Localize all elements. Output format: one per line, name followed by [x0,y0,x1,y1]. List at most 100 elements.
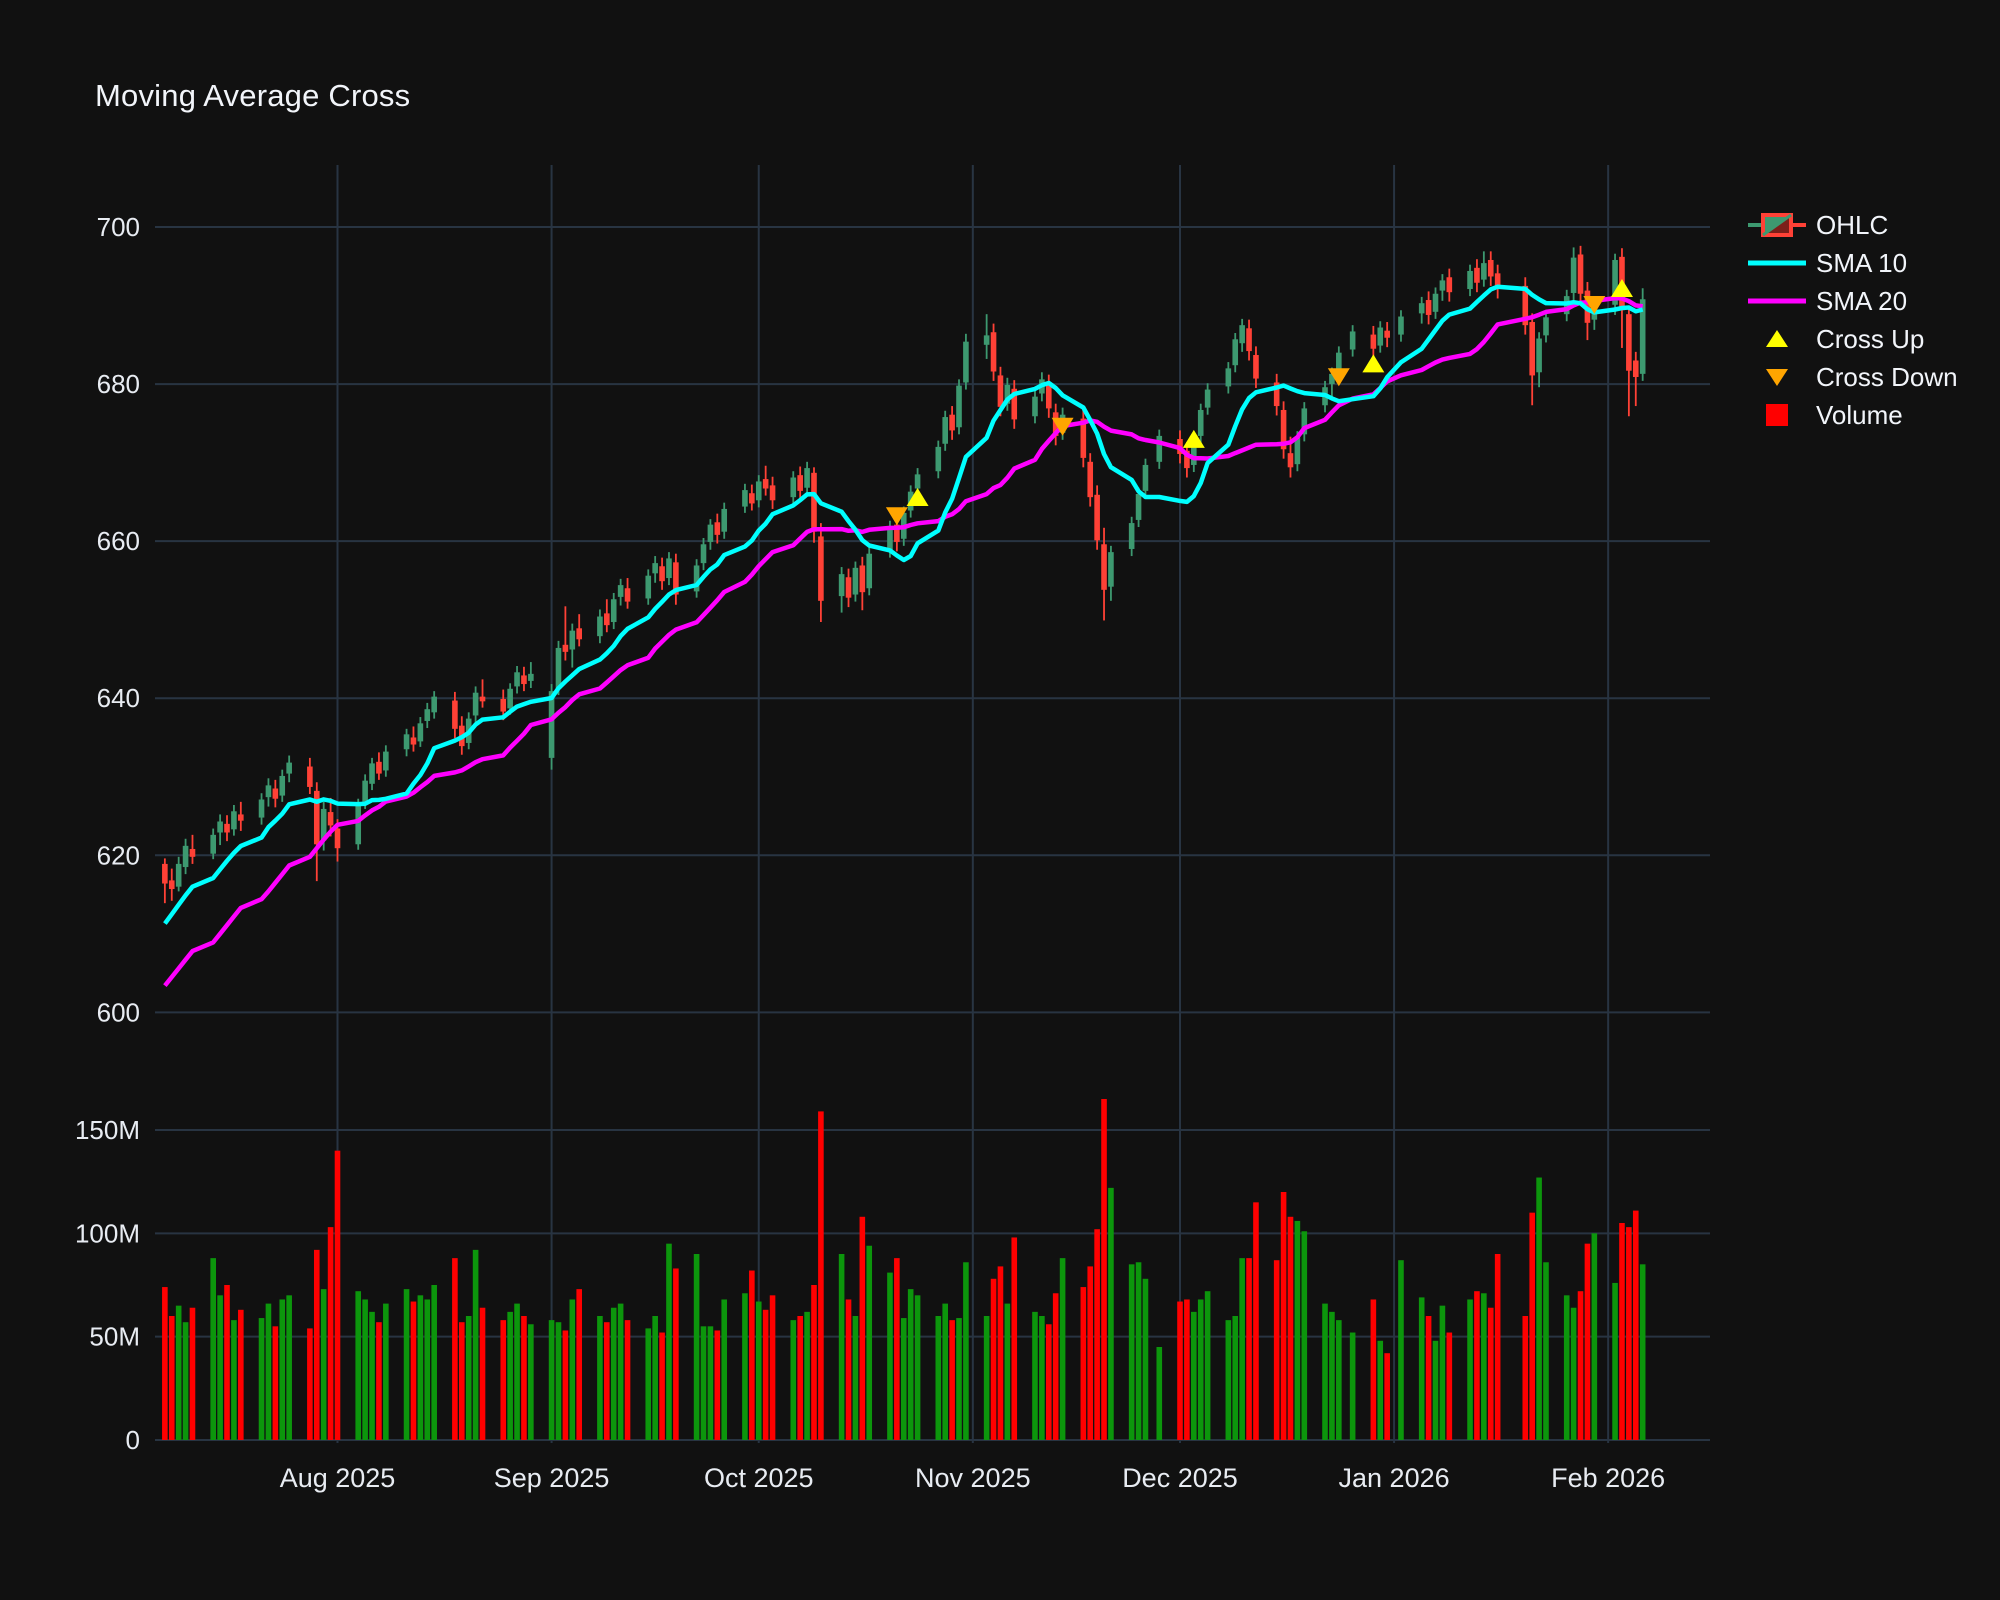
candle-body [569,631,575,650]
candle-body [915,474,921,488]
volume-bar [1226,1320,1232,1440]
sma10-line-icon [1748,249,1806,277]
volume-bar [901,1318,907,1440]
legend-item-cross-up[interactable]: Cross Up [1748,324,1958,354]
volume-bar [1046,1324,1052,1440]
x-axis-labels: Aug 2025Sep 2025Oct 2025Nov 2025Dec 2025… [280,1463,1666,1493]
candle-body [1232,339,1238,365]
candle-body [1032,397,1038,417]
volume-bar [1156,1347,1162,1440]
volume-bar [314,1250,320,1440]
volume-bar [404,1289,410,1440]
volume-bar [1322,1304,1328,1440]
candle-body [998,375,1004,406]
candle-body [362,781,368,802]
candle-body [1108,552,1114,587]
volume-axis-labels: 150M100M50M0 [75,1115,140,1455]
sma10-line [165,287,1643,924]
candle-body [860,565,866,592]
volume-bar [749,1271,755,1440]
candle-body [853,568,859,595]
volume-bar [1101,1099,1107,1440]
triangle-down-icon [1748,363,1806,391]
volume-bar [1419,1297,1425,1440]
candle-body [383,752,389,771]
candle-body [473,693,479,716]
candle-body [411,737,417,744]
legend-item-cross-down[interactable]: Cross Down [1748,362,1958,392]
volume-bar [1081,1287,1087,1440]
volume-bar [1640,1264,1646,1440]
volume-bar [1426,1316,1432,1440]
candle-body [1633,361,1639,377]
volume-bar [176,1306,182,1440]
candle-body [521,675,527,684]
legend-item-sma20[interactable]: SMA 20 [1748,286,1958,316]
candle-body [369,763,375,783]
volume-bar [949,1320,955,1440]
volume-bar [611,1308,617,1440]
candle-body [307,767,313,787]
volume-bar [797,1316,803,1440]
legend-item-ohlc[interactable]: OHLC [1748,210,1958,240]
candle-body [652,563,658,573]
candle-body [811,473,817,532]
volume-bar [1536,1178,1542,1440]
volume-bar [383,1304,389,1440]
legend-label-volume: Volume [1816,401,1903,429]
candle-body [1447,277,1453,292]
candle-body [1253,355,1259,379]
volume-bar [1274,1260,1280,1440]
volume-bar [321,1289,327,1440]
legend-label-sma10: SMA 10 [1816,249,1907,277]
candle-body [162,864,168,884]
volume-bar [866,1246,872,1440]
volume-bar [169,1316,175,1440]
candle-body [514,672,520,686]
volume-tick-label: 100M [75,1218,140,1248]
volume-bar [811,1285,817,1440]
candle-body [1529,322,1535,375]
triangle-up-icon [1748,325,1806,353]
candle-body [1198,410,1204,436]
volume-bar [1184,1299,1190,1440]
candle-body [1156,436,1162,462]
volume-bar [645,1328,651,1440]
candle-body [645,576,651,599]
volume-bar [1253,1202,1259,1440]
volume-bar [1571,1308,1577,1440]
candle-body [659,566,665,581]
gridlines [155,165,1710,1443]
candle-body [1087,462,1093,497]
volume-square-icon [1748,401,1806,429]
volume-bar [328,1227,334,1440]
volume-bar [1060,1258,1066,1440]
candle-body [176,864,182,887]
candle-body [1474,268,1480,283]
legend-item-volume[interactable]: Volume [1748,400,1958,430]
volume-bar [473,1250,479,1440]
volume-bar [763,1310,769,1440]
candle-body [480,697,486,702]
candle-body [991,332,997,371]
price-tick-label: 640 [97,683,140,713]
candle-body [286,763,292,774]
candle-body [279,776,285,796]
candle-body [770,485,776,500]
volume-bar [1350,1333,1356,1440]
volume-bar [715,1330,721,1440]
candle-body [238,814,244,820]
volume-bar [1301,1231,1307,1440]
candle-body [866,554,872,589]
chart-canvas[interactable]: 700680660640620600150M100M50M0Aug 2025Se… [0,0,2000,1600]
candle-body [887,527,893,551]
volume-bar [210,1258,216,1440]
price-tick-label: 660 [97,526,140,556]
volume-tick-label: 150M [75,1115,140,1145]
candle-body [790,478,796,498]
candle-body [169,880,175,889]
legend-item-sma10[interactable]: SMA 10 [1748,248,1958,278]
chart-root: Moving Average Cross 7006806606406206001… [0,0,2000,1600]
candle-body [839,574,845,596]
volume-bar [1578,1291,1584,1440]
